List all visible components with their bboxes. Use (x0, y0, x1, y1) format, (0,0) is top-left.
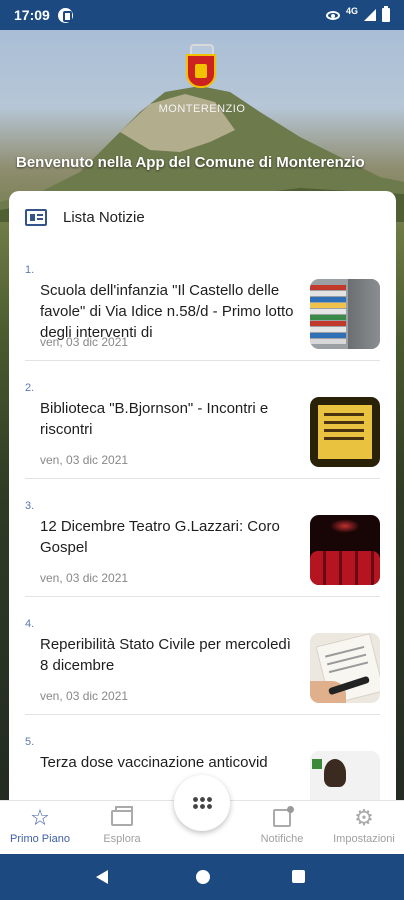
app-notification-icon (57, 7, 73, 23)
news-item-date: ven, 03 dic 2021 (40, 689, 129, 703)
news-thumbnail-document[interactable] (310, 633, 380, 703)
news-item-date: ven, 03 dic 2021 (40, 571, 129, 585)
news-item-number: 5. (25, 736, 35, 748)
news-item-title[interactable]: Scuola dell'infanzia "Il Castello delle … (40, 280, 294, 343)
news-item-2[interactable]: 2. Biblioteca "B.Bjornson" - Incontri e … (25, 361, 380, 479)
municipality-name: MONTERENZIO (158, 103, 246, 115)
news-item-title[interactable]: Reperibilità Stato Civile per mercoledì … (40, 634, 294, 676)
grid-menu-icon (191, 795, 213, 811)
recent-apps-icon[interactable] (292, 870, 305, 883)
system-navigation-bar (0, 854, 404, 900)
news-item-number: 3. (25, 500, 35, 512)
news-thumbnail-theatre[interactable] (310, 515, 380, 585)
gear-icon: ⚙ (354, 805, 374, 830)
news-item-4[interactable]: 4. Reperibilità Stato Civile per mercole… (25, 597, 380, 715)
nav-label: Esplora (103, 833, 141, 845)
eye-icon (325, 10, 340, 20)
news-item-number: 2. (25, 382, 35, 394)
back-icon[interactable] (96, 870, 108, 884)
news-item-number: 4. (25, 618, 35, 630)
news-list-title: Lista Notizie (63, 208, 145, 226)
news-list-card: Lista Notizie 1. Scuola dell'infanzia "I… (9, 191, 396, 831)
news-item-title[interactable]: Biblioteca "B.Bjornson" - Incontri e ris… (40, 398, 294, 440)
status-bar: 17:09 4G (0, 0, 404, 30)
news-item-title[interactable]: 12 Dicembre Teatro G.Lazzari: Coro Gospe… (40, 516, 294, 558)
nav-label: Notifiche (260, 833, 304, 845)
news-item-date: ven, 03 dic 2021 (40, 453, 129, 467)
star-icon: ☆ (30, 805, 50, 830)
nav-label: Impostazioni (333, 833, 395, 845)
news-thumbnail-books[interactable] (310, 279, 380, 349)
status-time: 17:09 (14, 7, 50, 23)
home-icon[interactable] (196, 870, 210, 884)
nav-notifiche[interactable]: Notifiche (242, 806, 322, 845)
nav-impostazioni[interactable]: ⚙ Impostazioni (324, 805, 404, 846)
news-item-3[interactable]: 3. 12 Dicembre Teatro G.Lazzari: Coro Go… (25, 479, 380, 597)
municipality-crest-logo (186, 44, 218, 92)
status-icons: 4G (325, 6, 390, 22)
explore-icon (111, 806, 133, 826)
notification-icon (273, 806, 294, 827)
welcome-text: Benvenuto nella App del Comune di Monter… (16, 154, 365, 171)
news-item-title[interactable]: Terza dose vaccinazione anticovid (40, 752, 294, 773)
news-item-date: ven, 03 dic 2021 (40, 335, 129, 349)
nav-primo-piano[interactable]: ☆ Primo Piano (0, 805, 80, 846)
bottom-navigation: ☆ Primo Piano Esplora Notifiche ⚙ Impost… (0, 775, 404, 854)
grid-menu-button[interactable] (174, 775, 230, 831)
signal-icon (364, 9, 376, 21)
news-item-number: 1. (25, 264, 35, 276)
nav-label: Primo Piano (10, 833, 70, 845)
news-list-header: Lista Notizie (9, 191, 396, 243)
news-thumbnail-library-poster[interactable] (310, 397, 380, 467)
battery-icon (382, 6, 390, 22)
network-type: 4G (345, 6, 358, 16)
news-item-1[interactable]: 1. Scuola dell'infanzia "Il Castello del… (25, 243, 380, 361)
nav-esplora[interactable]: Esplora (82, 806, 162, 845)
news-list-icon (25, 208, 47, 226)
